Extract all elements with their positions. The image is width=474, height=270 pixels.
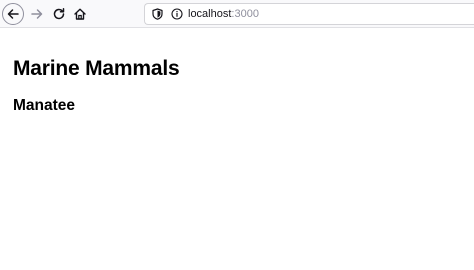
url-port: :3000 xyxy=(231,8,259,20)
home-button[interactable] xyxy=(69,3,91,25)
reload-button[interactable] xyxy=(48,3,70,25)
arrow-right-icon xyxy=(31,9,43,19)
shield-icon[interactable] xyxy=(151,8,163,20)
url-bar[interactable]: localhost:3000 xyxy=(144,3,474,25)
reload-icon xyxy=(53,8,65,20)
animal-name-heading: Manatee xyxy=(13,97,76,114)
home-icon xyxy=(74,8,86,20)
browser-toolbar: localhost:3000 xyxy=(0,0,474,28)
arrow-left-icon xyxy=(7,9,19,19)
back-button[interactable] xyxy=(2,3,24,25)
url-text[interactable]: localhost:3000 xyxy=(188,8,259,21)
forward-button[interactable] xyxy=(26,3,48,25)
page-title: Marine Mammals xyxy=(13,57,180,80)
url-host: localhost xyxy=(188,8,232,20)
info-icon[interactable] xyxy=(171,8,183,20)
